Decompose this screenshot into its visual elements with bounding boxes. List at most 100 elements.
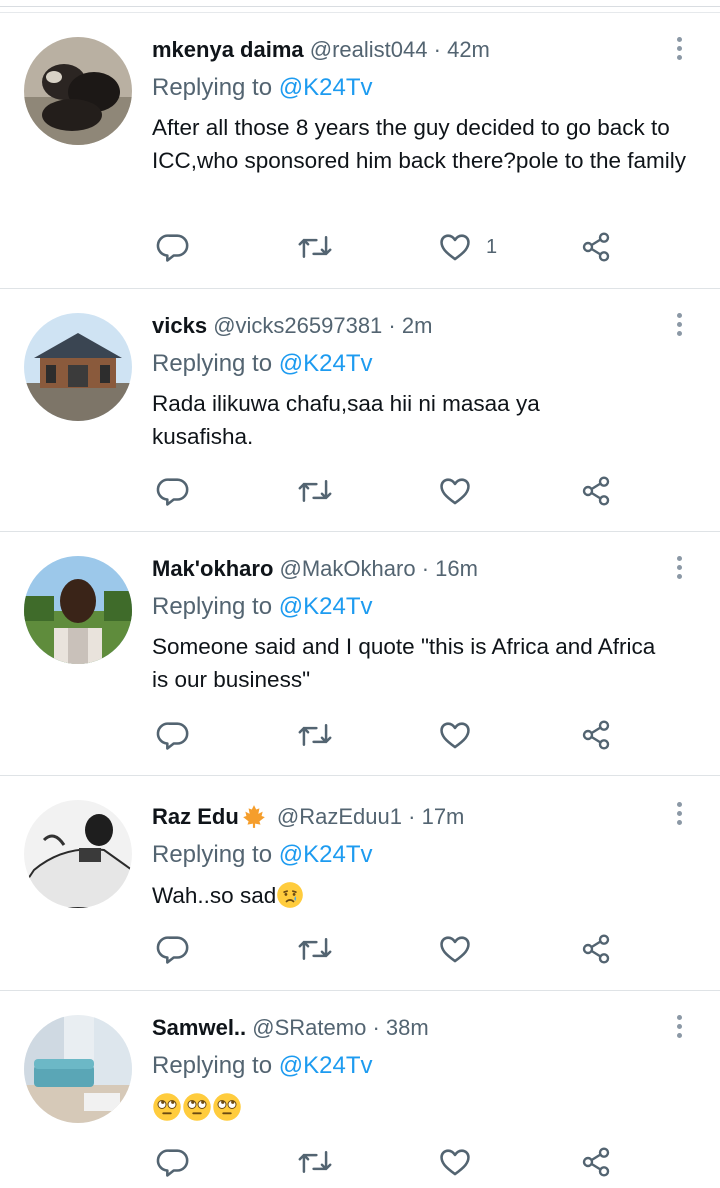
like-button[interactable] [438, 1142, 486, 1182]
top-divider [0, 6, 720, 7]
tweet-text-row: Wah..so sad [152, 879, 696, 912]
reply-button[interactable] [156, 471, 190, 511]
mention-link[interactable]: @K24Tv [279, 593, 373, 620]
tweet[interactable]: mkenya daima @realist044 · 42m Replying … [0, 13, 720, 289]
timestamp[interactable]: 17m [422, 804, 465, 829]
share-button[interactable] [580, 715, 612, 755]
user-handle[interactable]: @vicks26597381 [213, 313, 382, 338]
retweet-button[interactable] [297, 1142, 333, 1182]
separator: · [433, 37, 441, 62]
retweet-icon [298, 236, 332, 258]
mention-link[interactable]: @K24Tv [279, 841, 373, 868]
tweet-text: Someone said and I quote "this is Africa… [152, 634, 656, 692]
user-handle[interactable]: @MakOkharo [280, 556, 416, 581]
separator: · [408, 804, 416, 829]
share-button[interactable] [580, 227, 612, 267]
timestamp[interactable]: 38m [386, 1015, 429, 1040]
more-vertical-icon[interactable] [668, 554, 692, 584]
tweet-header: Mak'okharo @MakOkharo · 16m [152, 554, 660, 584]
share-button[interactable] [580, 471, 612, 511]
action-bar [152, 471, 622, 511]
tweet-text: After all those 8 years the guy decided … [152, 115, 687, 173]
like-button[interactable] [438, 715, 486, 755]
mention-link[interactable]: @K24Tv [279, 74, 373, 101]
retweet-button[interactable] [297, 929, 333, 969]
more-vertical-icon[interactable] [668, 311, 692, 341]
avatar[interactable] [24, 37, 132, 145]
share-icon [582, 232, 610, 262]
reply-icon [156, 936, 189, 964]
more-vertical-icon[interactable] [668, 1013, 692, 1043]
user-handle[interactable]: @SRatemo [252, 1015, 366, 1040]
heart-icon [440, 234, 470, 261]
reply-icon [156, 722, 189, 750]
retweet-button[interactable] [297, 227, 333, 267]
tweet[interactable]: vicks @vicks26597381 · 2m Replying to @K… [0, 289, 720, 532]
timestamp[interactable]: 2m [402, 313, 433, 338]
action-bar [152, 715, 622, 755]
reply-button[interactable] [156, 929, 190, 969]
timestamp[interactable]: 42m [447, 37, 490, 62]
heart-icon [440, 1149, 470, 1176]
display-name[interactable]: vicks [152, 313, 207, 338]
display-name[interactable]: Mak'okharo [152, 556, 273, 581]
retweet-button[interactable] [297, 471, 333, 511]
tweet-text-row [152, 1089, 696, 1122]
separator: · [421, 556, 430, 581]
reply-button[interactable] [156, 1142, 190, 1182]
reply-icon [156, 1149, 189, 1177]
avatar[interactable] [24, 1015, 132, 1123]
avatar[interactable] [24, 556, 132, 664]
like-button[interactable] [438, 471, 486, 511]
replying-to-label: Replying to [152, 593, 273, 620]
like-button[interactable]: 1 [438, 227, 497, 267]
share-icon [582, 1147, 610, 1177]
heart-icon [440, 478, 470, 505]
reply-icon [156, 234, 189, 262]
action-bar: 1 [152, 227, 622, 267]
replying-to: Replying to @K24Tv [152, 1051, 372, 1081]
retweet-icon [298, 724, 332, 746]
heart-icon [440, 722, 470, 749]
replying-to-label: Replying to [152, 1052, 273, 1079]
tweet[interactable]: Mak'okharo @MakOkharo · 16m Replying to … [0, 532, 720, 776]
tweet[interactable]: Raz Edu @RazEduu1 · 17m Replying to @K24… [0, 776, 720, 991]
share-icon [582, 720, 610, 750]
more-vertical-icon[interactable] [668, 800, 692, 830]
share-button[interactable] [580, 1142, 612, 1182]
replying-to-label: Replying to [152, 841, 273, 868]
more-vertical-icon[interactable] [668, 35, 692, 65]
reply-button[interactable] [156, 715, 190, 755]
tweet-header: Samwel.. @SRatemo · 38m [152, 1013, 660, 1043]
share-button[interactable] [580, 929, 612, 969]
face-with-rolling-eyes-emoji [213, 1093, 241, 1121]
heart-icon [440, 936, 470, 963]
retweet-icon [298, 938, 332, 960]
mention-link[interactable]: @K24Tv [279, 1052, 373, 1079]
user-handle[interactable]: @realist044 [310, 37, 428, 62]
avatar[interactable] [24, 800, 132, 908]
replying-to: Replying to @K24Tv [152, 73, 372, 103]
user-handle[interactable]: @RazEduu1 [277, 804, 402, 829]
avatar[interactable] [24, 313, 132, 421]
tweet-header: Raz Edu @RazEduu1 · 17m [152, 802, 660, 832]
display-name[interactable]: Raz Edu [152, 804, 239, 829]
tweet-header: mkenya daima @realist044 · 42m [152, 35, 660, 65]
like-count: 1 [486, 235, 498, 258]
replying-to-label: Replying to [152, 350, 273, 377]
display-name[interactable]: Samwel.. [152, 1015, 246, 1040]
replying-to-label: Replying to [152, 74, 273, 101]
replying-to: Replying to @K24Tv [152, 840, 372, 870]
display-name[interactable]: mkenya daima [152, 37, 304, 62]
like-button[interactable] [438, 929, 486, 969]
timestamp[interactable]: 16m [435, 556, 478, 581]
tweet[interactable]: Samwel.. @SRatemo · 38m Replying to @K24… [0, 991, 720, 1188]
retweet-icon [298, 480, 332, 502]
separator: · [388, 313, 396, 338]
retweet-icon [298, 1151, 332, 1173]
retweet-button[interactable] [297, 715, 333, 755]
mention-link[interactable]: @K24Tv [279, 350, 373, 377]
share-icon [582, 476, 610, 506]
reply-button[interactable] [156, 227, 190, 267]
tweet-header: vicks @vicks26597381 · 2m [152, 311, 660, 341]
